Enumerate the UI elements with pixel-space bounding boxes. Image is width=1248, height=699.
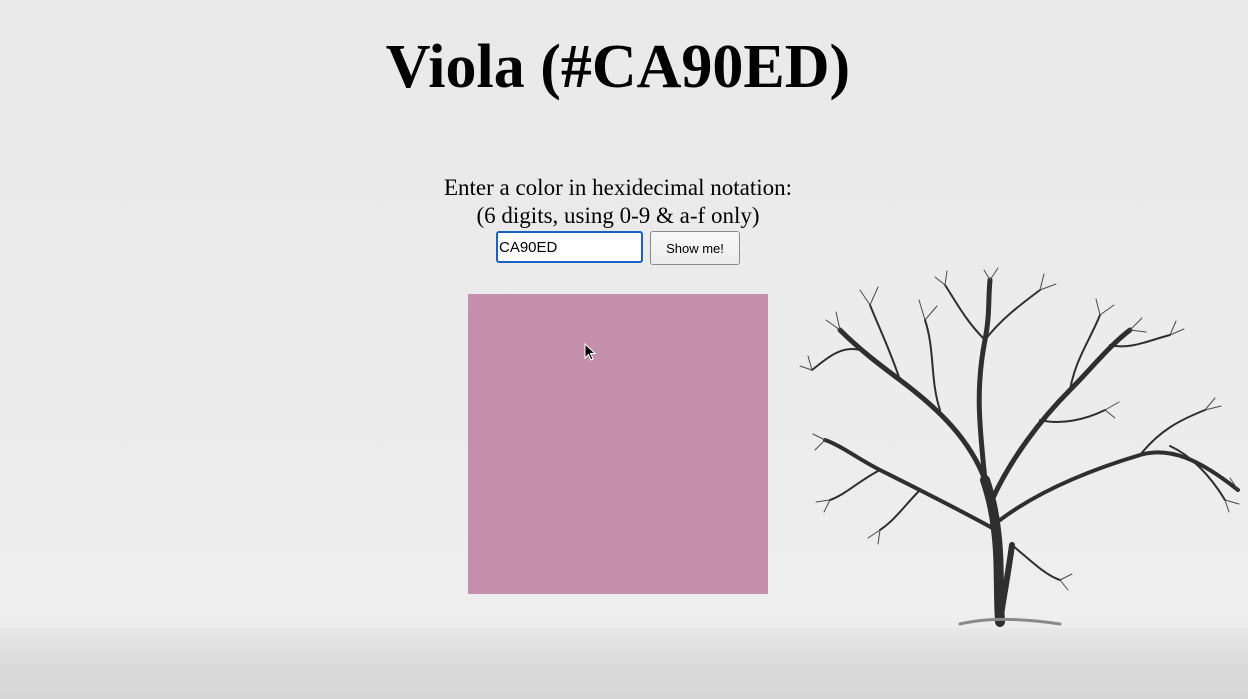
mouse-pointer-icon [584, 343, 596, 361]
color-swatch [468, 294, 768, 594]
hex-color-input[interactable] [496, 231, 643, 263]
instruction-line: Enter a color in hexidecimal notation: [443, 175, 793, 200]
instructions: Enter a color in hexidecimal notation: (… [0, 174, 1236, 230]
show-me-button[interactable]: Show me! [650, 231, 740, 265]
instruction-hint: (6 digits, using 0-9 & a-f only) [476, 203, 760, 228]
page-title: Viola (#CA90ED) [385, 33, 851, 101]
